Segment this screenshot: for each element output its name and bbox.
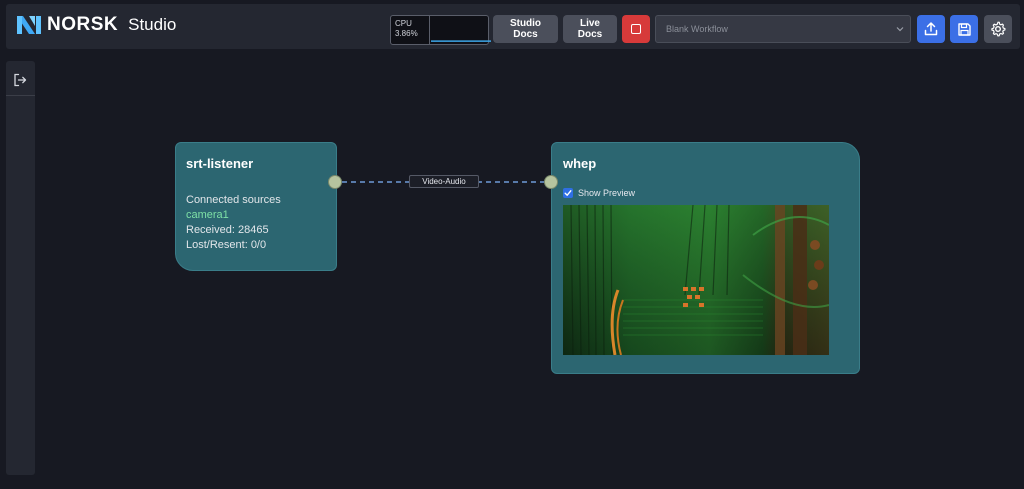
lost-resent-count: Lost/Resent: 0/0 bbox=[186, 239, 267, 251]
edge-connection bbox=[342, 181, 546, 183]
srt-listener-node[interactable]: srt-listener Connected sources camera1 R… bbox=[175, 142, 337, 271]
show-preview-control[interactable]: Show Preview bbox=[563, 188, 635, 198]
received-count: Received: 28465 bbox=[186, 224, 269, 236]
video-preview bbox=[563, 205, 829, 355]
show-preview-label: Show Preview bbox=[578, 188, 636, 198]
checkmark-icon bbox=[564, 190, 572, 196]
video-frame bbox=[563, 205, 829, 355]
source-name: camera1 bbox=[186, 209, 229, 221]
srt-stats: Connected sources camera1 Received: 2846… bbox=[186, 193, 281, 253]
edge-label[interactable]: Video-Audio bbox=[409, 175, 479, 188]
connected-sources-label: Connected sources bbox=[186, 194, 281, 206]
whep-node[interactable]: whep Show Preview bbox=[551, 142, 860, 374]
node-title: srt-listener bbox=[186, 156, 254, 171]
node-title: whep bbox=[563, 156, 597, 171]
input-port[interactable] bbox=[544, 175, 558, 189]
show-preview-checkbox[interactable] bbox=[563, 188, 573, 198]
output-port[interactable] bbox=[328, 175, 342, 189]
